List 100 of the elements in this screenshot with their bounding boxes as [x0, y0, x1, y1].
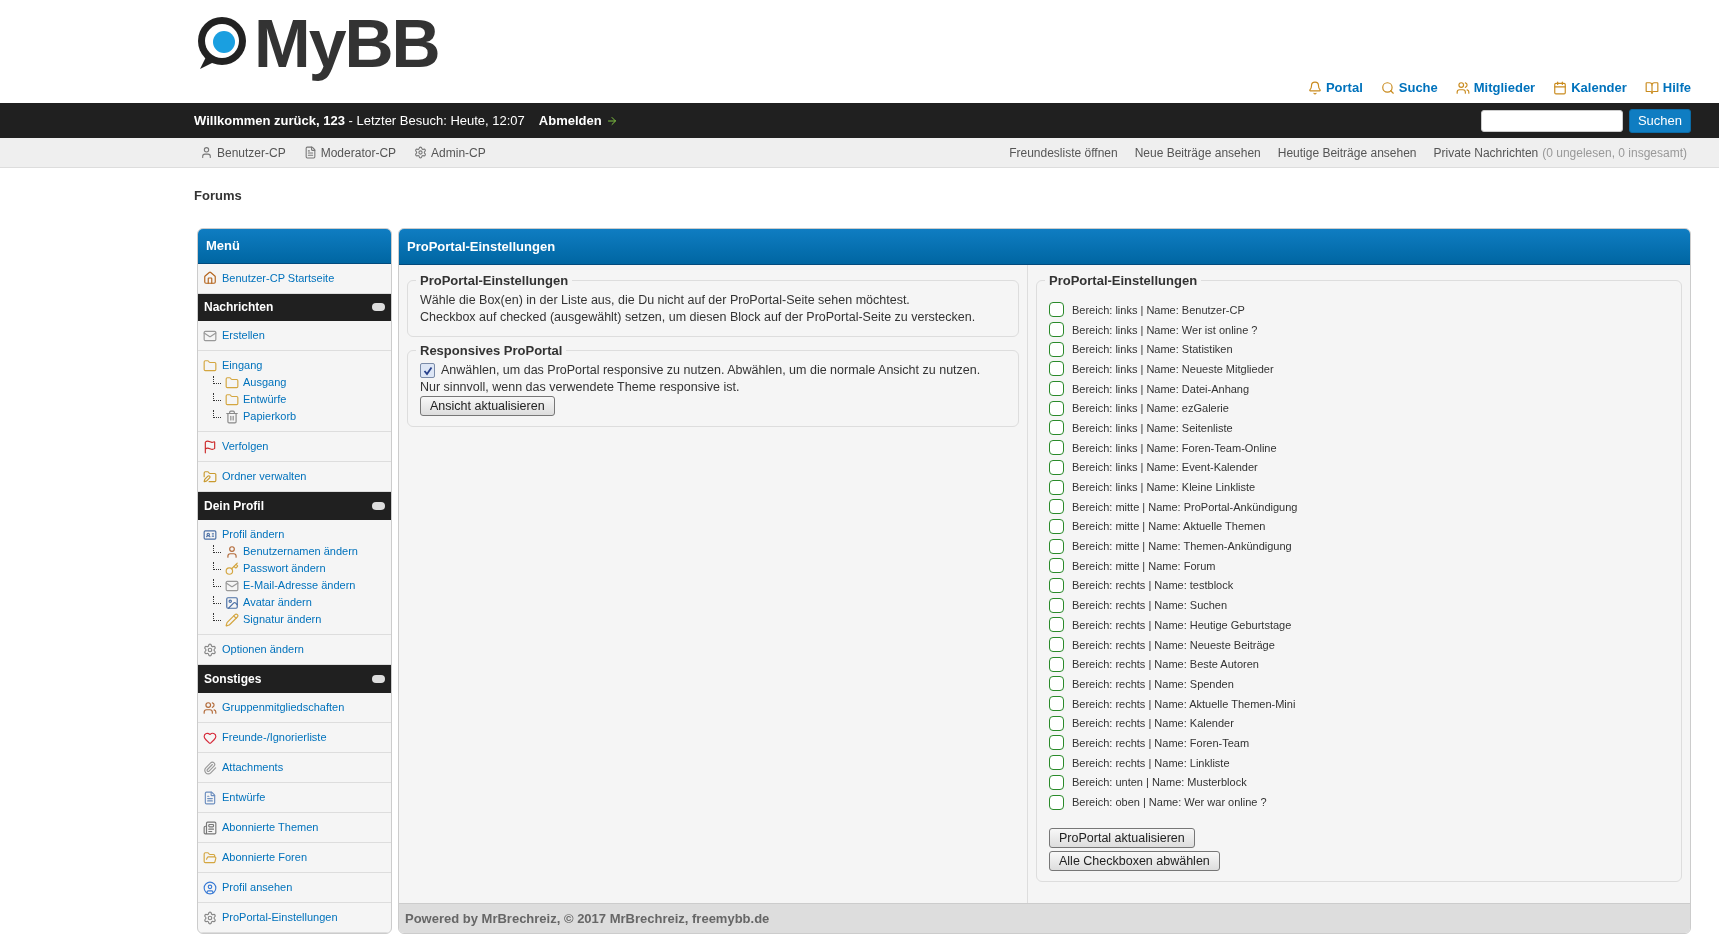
block-checkbox[interactable]: [1049, 302, 1064, 318]
block-checkbox[interactable]: [1049, 715, 1064, 731]
quick-link[interactable]: Heutige Beiträge ansehen: [1277, 145, 1417, 160]
block-checkbox[interactable]: [1049, 499, 1064, 515]
block-checkbox[interactable]: [1049, 361, 1064, 377]
collapse-icon[interactable]: [372, 675, 385, 684]
quick-link[interactable]: Freundesliste öffnen: [1009, 145, 1118, 160]
menu-item[interactable]: Erstellen: [203, 328, 386, 344]
quick-link[interactable]: Neue Beiträge ansehen: [1134, 145, 1261, 160]
block-checkbox[interactable]: [1049, 381, 1064, 397]
block-checkbox[interactable]: [1049, 322, 1064, 338]
block-label: Bereich: links | Name: Wer ist online ?: [1072, 323, 1258, 336]
menu-item[interactable]: Verfolgen: [203, 439, 386, 455]
block-checkbox[interactable]: [1049, 735, 1064, 751]
search-field[interactable]: [1480, 109, 1623, 132]
block-checkbox[interactable]: [1049, 479, 1064, 495]
menu-item-icon: [203, 271, 217, 286]
block-checkbox[interactable]: [1049, 597, 1064, 613]
block-checkbox[interactable]: [1049, 755, 1064, 771]
panel-link[interactable]: Admin-CP: [414, 145, 486, 160]
menu-item[interactable]: Gruppenmitgliedschaften: [203, 700, 386, 715]
menu-item-icon: [203, 880, 217, 895]
block-label: Bereich: links | Name: Seitenliste: [1072, 421, 1233, 434]
header-link[interactable]: Mitglieder: [1455, 80, 1536, 95]
responsive-checkbox[interactable]: [420, 363, 435, 378]
block-label: Bereich: rechts | Name: Aktuelle Themen-Mini: [1072, 697, 1296, 710]
block-checkbox[interactable]: [1049, 637, 1064, 653]
header-link[interactable]: Suche: [1380, 80, 1438, 95]
block-label: Bereich: rechts | Name: Foren-Team: [1072, 736, 1250, 749]
header-link[interactable]: Portal: [1307, 80, 1363, 95]
block-checkbox[interactable]: [1049, 656, 1064, 672]
menu-item[interactable]: Freunde-/Ignorierliste: [203, 730, 386, 745]
menu-item[interactable]: Entwürfe: [203, 790, 386, 805]
block-checkbox[interactable]: [1049, 538, 1064, 554]
menu-subitem[interactable]: Ausgang: [203, 375, 386, 391]
menu-subitem[interactable]: Papierkorb: [203, 409, 386, 425]
block-checkbox[interactable]: [1049, 440, 1064, 456]
menu-item[interactable]: Benutzer-CP Startseite: [203, 270, 386, 286]
block-checkbox[interactable]: [1049, 341, 1064, 357]
form-button[interactable]: Alle Checkboxen abwählen: [1049, 850, 1220, 871]
collapse-icon[interactable]: [372, 502, 385, 511]
block-checkbox[interactable]: [1049, 400, 1064, 416]
welcome-text: Willkommen zurück, 123: [194, 113, 345, 128]
quick-link[interactable]: Private Nachrichten: [1433, 145, 1539, 160]
menu-item-icon: [203, 790, 217, 805]
block-checkbox[interactable]: [1049, 459, 1064, 475]
menu-item-icon: [225, 595, 239, 610]
search-button[interactable]: Suchen: [1628, 108, 1691, 133]
block-checkbox[interactable]: [1049, 577, 1064, 593]
menu-item-icon: [225, 392, 239, 407]
menu-item[interactable]: Abonnierte Themen: [203, 820, 386, 835]
last-visit-text: - Letzter Besuch: Heute, 12:07: [347, 113, 525, 128]
block-checkbox[interactable]: [1049, 696, 1064, 712]
block-checkbox[interactable]: [1049, 774, 1064, 790]
update-view-button[interactable]: Ansicht aktualisieren: [420, 396, 555, 416]
block-checkbox[interactable]: [1049, 518, 1064, 534]
menu-item-icon: [225, 561, 239, 576]
menu-item-icon: [203, 642, 217, 657]
menu-item-icon: [225, 375, 239, 390]
fieldset-legend: Responsives ProPortal: [416, 343, 567, 358]
header-link[interactable]: Kalender: [1553, 80, 1627, 95]
panel-link[interactable]: Benutzer-CP: [200, 145, 286, 160]
arrow-right-icon: [605, 114, 618, 127]
menu-subitem[interactable]: Avatar ändern: [203, 595, 386, 611]
block-label: Bereich: mitte | Name: Forum: [1072, 559, 1216, 572]
menu-item[interactable]: Profil ansehen: [203, 880, 386, 895]
block-label: Bereich: links | Name: Statistiken: [1072, 343, 1233, 356]
menu-item[interactable]: Eingang: [203, 358, 386, 374]
block-checkbox[interactable]: [1049, 676, 1064, 692]
menu-subitem[interactable]: Passwort ändern: [203, 561, 386, 577]
form-button[interactable]: ProPortal aktualisieren: [1049, 827, 1195, 848]
menu-subitem[interactable]: Signatur ändern: [203, 612, 386, 628]
menu-item[interactable]: Attachments: [203, 760, 386, 775]
menu-item[interactable]: Profil ändern: [203, 527, 386, 543]
menu-subitem[interactable]: Entwürfe: [203, 392, 386, 408]
book-icon: [1644, 80, 1659, 95]
breadcrumb[interactable]: Forums: [194, 188, 242, 203]
logout-link[interactable]: Abmelden: [538, 113, 618, 128]
panel-link[interactable]: Moderator-CP: [303, 145, 397, 160]
block-label: Bereich: unten | Name: Musterblock: [1072, 776, 1247, 789]
menu-item[interactable]: Optionen ändern: [203, 642, 386, 658]
menu-item-icon: [203, 910, 217, 925]
menu-item[interactable]: Abonnierte Foren: [203, 850, 386, 865]
section-title: Sonstiges: [204, 672, 262, 687]
header-link[interactable]: Hilfe: [1644, 80, 1691, 95]
instruction-text: Wähle die Box(en) in der Liste aus, die Du nicht auf der ProPortal-Seite sehen möchtest.: [420, 292, 911, 309]
block-label: Bereich: rechts | Name: Neueste Beiträge: [1072, 638, 1275, 651]
block-checkbox[interactable]: [1049, 558, 1064, 574]
menu-item[interactable]: ProPortal-Einstellungen: [203, 910, 386, 925]
block-label: Bereich: links | Name: Event-Kalender: [1072, 461, 1258, 474]
menu-item[interactable]: Ordner verwalten: [203, 469, 386, 485]
menu-subitem[interactable]: Benutzernamen ändern: [203, 544, 386, 560]
block-checkbox[interactable]: [1049, 794, 1064, 810]
menu-subitem[interactable]: E-Mail-Adresse ändern: [203, 578, 386, 594]
block-label: Bereich: links | Name: ezGalerie: [1072, 402, 1229, 415]
block-checkbox[interactable]: [1049, 420, 1064, 436]
collapse-icon[interactable]: [372, 303, 385, 312]
menu-item-icon: [225, 409, 239, 424]
gear-icon: [414, 146, 428, 159]
block-checkbox[interactable]: [1049, 617, 1064, 633]
